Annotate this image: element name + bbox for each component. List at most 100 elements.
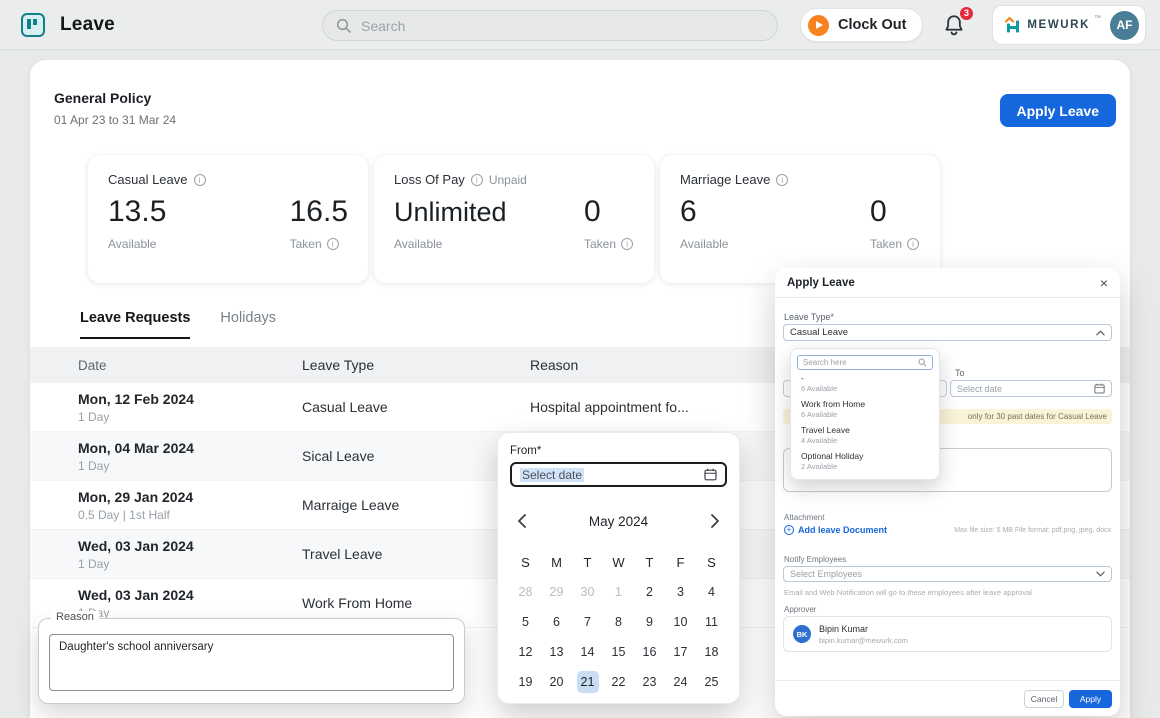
card-tag: Unpaid (489, 173, 527, 187)
taken-count: 0 (870, 195, 920, 229)
leave-date-cell: Mon, 12 Feb 2024 1 Day (30, 391, 302, 424)
file-size-hint: Max file size: 5 MB File format: pdf,png… (954, 527, 1111, 534)
calendar-day[interactable]: 15 (608, 641, 630, 663)
calendar-day[interactable]: 24 (670, 671, 692, 693)
calendar-icon (704, 468, 717, 481)
modal-header: Apply Leave × (775, 268, 1120, 298)
apply-button[interactable]: Apply (1069, 690, 1112, 708)
search-input[interactable]: Search (322, 10, 778, 41)
notify-employees-label: Notify Employees (784, 555, 846, 564)
calendar-day[interactable]: 9 (639, 611, 661, 633)
calendar-day[interactable]: 11 (701, 611, 723, 633)
summary-card-loss-of-pay: Loss Of Pay Unpaid Unlimited Available 0… (374, 155, 654, 283)
modal-title: Apply Leave (787, 277, 855, 289)
leave-duration: 1 Day (78, 459, 302, 473)
calendar-day[interactable]: 30 (577, 581, 599, 603)
day-header: T (584, 555, 592, 570)
column-header-leave-type: Leave Type (302, 357, 530, 373)
clock-out-button[interactable]: Clock Out (800, 8, 923, 42)
day-header: S (521, 555, 530, 570)
search-icon (336, 18, 352, 34)
from-date-input[interactable]: Select date (510, 462, 727, 487)
calendar-day[interactable]: 18 (701, 641, 723, 663)
leave-type-cell: Marraige Leave (302, 497, 530, 513)
previous-month-button[interactable] (515, 513, 529, 529)
leave-type-select[interactable]: Casual Leave (783, 324, 1112, 341)
calendar-day[interactable]: 3 (670, 581, 692, 603)
apply-leave-button[interactable]: Apply Leave (1000, 94, 1116, 127)
notifications-button[interactable]: 3 (941, 13, 967, 39)
page-title: Leave (60, 14, 115, 36)
taken-label: Taken (584, 237, 616, 251)
calendar-day[interactable]: 6 (546, 611, 568, 633)
calendar-nav: May 2024 (510, 511, 727, 531)
to-date-input[interactable]: Select date (950, 380, 1112, 397)
info-icon[interactable] (327, 238, 339, 250)
leave-type-dropdown: Search here - 6 Available Work from Home… (790, 348, 940, 480)
calendar-day[interactable]: 12 (515, 641, 537, 663)
calendar-day[interactable]: 7 (577, 611, 599, 633)
dropdown-option[interactable]: - 6 Available (797, 370, 933, 396)
available-label: Available (108, 237, 156, 251)
next-month-button[interactable] (708, 513, 722, 529)
card-title: Casual Leave (108, 172, 188, 187)
info-icon[interactable] (194, 174, 206, 186)
calendar-day[interactable]: 4 (701, 581, 723, 603)
calendar-day[interactable]: 23 (639, 671, 661, 693)
option-name: Work from Home (801, 399, 929, 409)
leave-duration: 0.5 Day | 1st Half (78, 508, 302, 522)
tab-holidays[interactable]: Holidays (220, 310, 276, 339)
calendar-day[interactable]: 22 (608, 671, 630, 693)
info-icon[interactable] (907, 238, 919, 250)
info-icon[interactable] (621, 238, 633, 250)
calendar-day[interactable]: 2 (639, 581, 661, 603)
leave-date-cell: Mon, 04 Mar 2024 1 Day (30, 440, 302, 473)
info-icon[interactable] (776, 174, 788, 186)
from-date-placeholder: Select date (520, 468, 584, 482)
add-leave-document-link[interactable]: Add leave Document (784, 525, 887, 535)
calendar-day[interactable]: 19 (515, 671, 537, 693)
leave-date: Mon, 29 Jan 2024 (78, 489, 302, 505)
summary-card-marriage-leave: Marriage Leave 6 Available 0 Taken (660, 155, 940, 283)
available-label: Available (680, 237, 728, 251)
chevron-down-icon (1096, 571, 1105, 577)
brand-account-box[interactable]: MEWURK ™ AF (992, 5, 1146, 45)
calendar-day[interactable]: 16 (639, 641, 661, 663)
dropdown-option[interactable]: Travel Leave 4 Available (797, 422, 933, 448)
notify-hint: Email and Web Notification will go to th… (784, 588, 1032, 597)
notification-badge: 3 (958, 5, 975, 22)
calendar-day[interactable]: 14 (577, 641, 599, 663)
calendar-day[interactable]: 5 (515, 611, 537, 633)
user-avatar[interactable]: AF (1110, 11, 1139, 40)
calendar-day[interactable]: 28 (515, 581, 537, 603)
policy-title: General Policy (54, 90, 151, 106)
leave-type-cell: Travel Leave (302, 546, 530, 562)
top-bar: Leave Search Clock Out 3 (0, 0, 1160, 50)
dropdown-option[interactable]: Work from Home 6 Available (797, 396, 933, 422)
close-icon[interactable]: × (1100, 276, 1108, 290)
calendar-day[interactable]: 20 (546, 671, 568, 693)
dropdown-option[interactable]: Optional Holiday 2 Available (797, 448, 933, 474)
taken-count: 16.5 (290, 195, 348, 229)
calendar-day[interactable]: 1 (608, 581, 630, 603)
dropdown-search-input[interactable]: Search here (797, 355, 933, 370)
cancel-button[interactable]: Cancel (1024, 690, 1064, 708)
tab-leave-requests[interactable]: Leave Requests (80, 310, 190, 339)
leave-date-cell: Wed, 03 Jan 2024 1 Day (30, 538, 302, 571)
reason-popover: Reason Daughter's school anniversary (38, 618, 465, 704)
calendar-day[interactable]: 10 (670, 611, 692, 633)
calendar-day[interactable]: 8 (608, 611, 630, 633)
notify-employees-select[interactable]: Select Employees (783, 566, 1112, 582)
calendar-day[interactable]: 13 (546, 641, 568, 663)
calendar-day-selected[interactable]: 21 (577, 671, 599, 693)
brand-trademark: ™ (1094, 15, 1101, 22)
calendar-day[interactable]: 29 (546, 581, 568, 603)
info-icon[interactable] (471, 174, 483, 186)
tab-bar: Leave Requests Holidays (80, 310, 276, 339)
approver-email: bipin.kumar@mewurk.com (819, 636, 908, 645)
calendar-day[interactable]: 25 (701, 671, 723, 693)
option-availability: 2 Available (801, 462, 929, 471)
policy-period: 01 Apr 23 to 31 Mar 24 (54, 113, 176, 127)
chevron-up-icon (1096, 330, 1105, 336)
calendar-day[interactable]: 17 (670, 641, 692, 663)
